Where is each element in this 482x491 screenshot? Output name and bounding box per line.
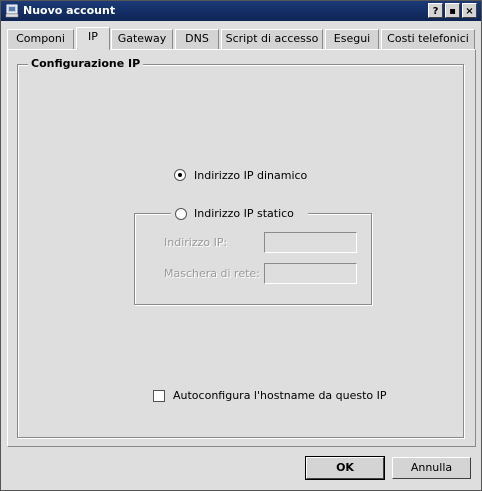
ip-address-field[interactable] xyxy=(264,232,357,253)
network-account-icon xyxy=(5,4,19,18)
static-ip-header: Indirizzo IP statico xyxy=(171,206,308,222)
static-ip-label[interactable]: Indirizzo IP statico xyxy=(194,207,294,220)
tab-bar: Componi IP Gateway DNS Script di accesso… xyxy=(7,27,477,50)
autoconfig-hostname-checkbox[interactable] xyxy=(153,390,165,402)
dynamic-ip-label[interactable]: Indirizzo IP dinamico xyxy=(194,169,307,182)
autoconfig-hostname-label[interactable]: Autoconfigura l'hostname da questo IP xyxy=(173,389,387,402)
cancel-button[interactable]: Annulla xyxy=(392,457,471,479)
subnet-mask-field[interactable] xyxy=(264,263,357,284)
static-ip-group: Indirizzo IP statico Indirizzo IP: Masch… xyxy=(134,206,372,305)
tab-dns[interactable]: DNS xyxy=(175,29,219,49)
close-button[interactable]: × xyxy=(462,3,477,18)
tab-esegui[interactable]: Esegui xyxy=(325,29,379,49)
static-ip-radio[interactable] xyxy=(175,208,187,220)
tab-gateway[interactable]: Gateway xyxy=(111,29,173,49)
help-button[interactable]: ? xyxy=(428,3,443,18)
tab-costi-telefonici[interactable]: Costi telefonici xyxy=(381,29,475,49)
ip-config-title: Configurazione IP xyxy=(28,57,144,70)
tab-panel-ip: Configurazione IP Indirizzo IP dinamico … xyxy=(7,49,476,447)
title-bar[interactable]: Nuovo account ? ▪ × xyxy=(1,1,481,21)
subnet-mask-label: Maschera di rete: xyxy=(164,267,260,280)
ip-config-group: Configurazione IP Indirizzo IP dinamico … xyxy=(17,57,464,438)
ip-address-label: Indirizzo IP: xyxy=(164,236,228,249)
ok-button[interactable]: OK xyxy=(305,456,385,480)
tab-componi[interactable]: Componi xyxy=(7,29,74,49)
dynamic-ip-radio[interactable] xyxy=(174,169,186,181)
dialog-window: Nuovo account ? ▪ × Componi IP Gateway D… xyxy=(0,0,482,491)
tab-ip[interactable]: IP xyxy=(76,27,110,50)
window-title: Nuovo account xyxy=(23,4,116,17)
maximize-button[interactable]: ▪ xyxy=(445,3,460,18)
tab-script-di-accesso[interactable]: Script di accesso xyxy=(221,29,323,49)
radio-selected-dot xyxy=(178,173,182,177)
